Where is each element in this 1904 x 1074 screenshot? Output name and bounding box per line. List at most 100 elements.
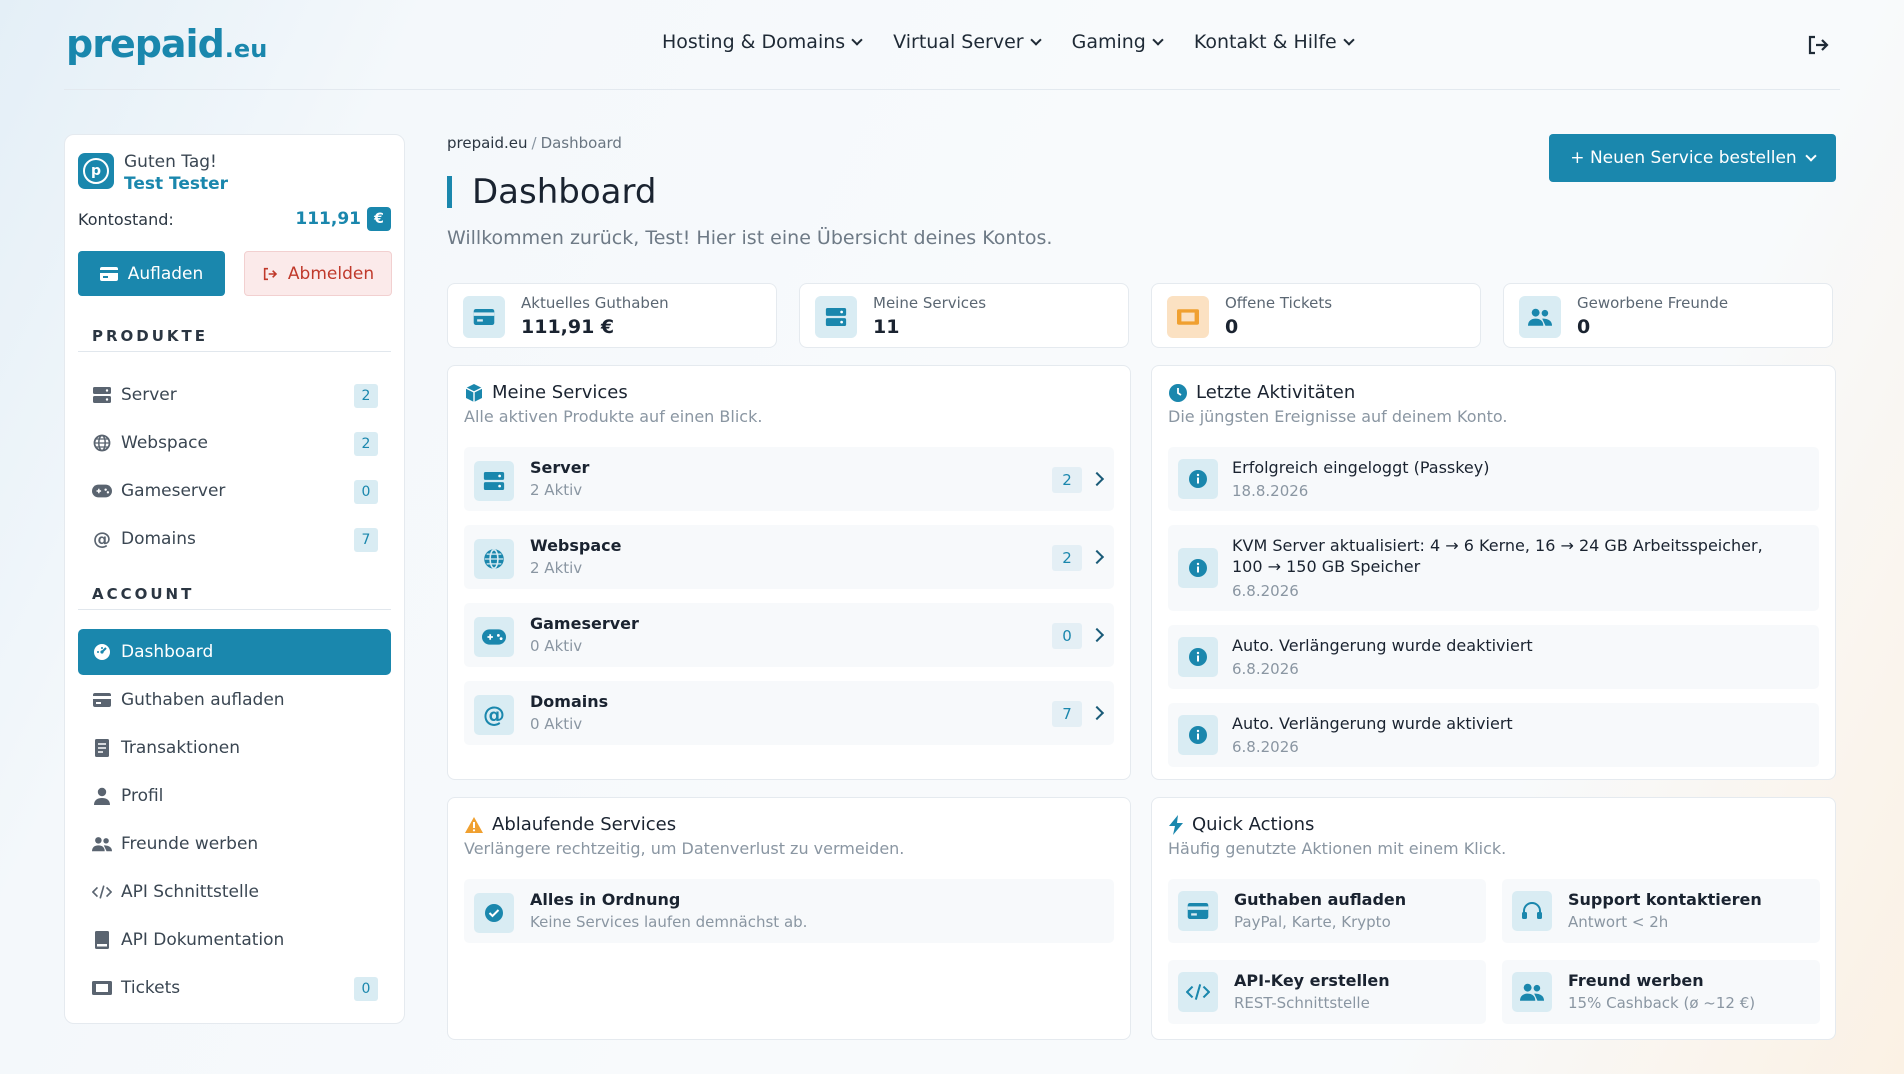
sidebar-item-freunde-werben[interactable]: Freunde werben: [78, 821, 391, 867]
stat-value: 0: [1225, 316, 1239, 338]
nav-label: Gaming: [1071, 31, 1146, 53]
chevron-down-icon: [851, 33, 863, 46]
sidebar-item-api-schnittstelle[interactable]: API Schnittstelle: [78, 869, 391, 915]
service-name: Gameserver: [530, 614, 639, 633]
logout-label: Abmelden: [287, 263, 375, 284]
nav-label: Hosting & Domains: [662, 31, 846, 53]
order-service-button[interactable]: + Neuen Service bestellen: [1549, 134, 1836, 182]
sidebar-item-server[interactable]: Server 2: [78, 372, 391, 418]
service-row-domains[interactable]: @ Domains 0 Aktiv 7: [464, 681, 1114, 745]
currency-badge: €: [367, 207, 391, 231]
stat-label: Meine Services: [873, 294, 987, 312]
quick-action-api-key[interactable]: API-Key erstellen REST-Schnittstelle: [1168, 960, 1486, 1024]
main-nav: Hosting & Domains Virtual Server Gaming …: [662, 31, 1355, 53]
quick-action-freund-werben[interactable]: Freund werben 15% Cashback (ø ~12 €): [1502, 960, 1820, 1024]
lightning-icon: [1169, 814, 1183, 835]
sidebar-item-webspace[interactable]: Webspace 2: [78, 420, 391, 466]
service-row-webspace[interactable]: Webspace 2 Aktiv 2: [464, 525, 1114, 589]
info-icon: [1178, 715, 1218, 755]
quick-action-support[interactable]: Support kontaktieren Antwort < 2h: [1502, 879, 1820, 943]
nav-label: Kontakt & Hilfe: [1193, 31, 1337, 53]
sidebar-item-gameserver[interactable]: Gameserver 0: [78, 468, 391, 514]
topup-button[interactable]: Aufladen: [78, 251, 225, 296]
activity-text: Erfolgreich eingeloggt (Passkey): [1232, 458, 1490, 477]
at-icon: @: [474, 695, 514, 735]
products-section-title: PRODUKTE: [92, 327, 209, 345]
quick-action-guthaben-aufladen[interactable]: Guthaben aufladen PayPal, Karte, Krypto: [1168, 879, 1486, 943]
count-badge: 2: [354, 432, 378, 456]
balance-row: Kontostand: 111,91 €: [78, 207, 391, 231]
activity-item: KVM Server aktualisiert: 4 → 6 Kerne, 16…: [1168, 525, 1819, 611]
sidebar-item-dashboard[interactable]: Dashboard: [78, 629, 391, 675]
service-name: Webspace: [530, 536, 622, 555]
sidebar-item-transaktionen[interactable]: Transaktionen: [78, 725, 391, 771]
chevron-down-icon: [1152, 33, 1164, 46]
quick-action-subtitle: 15% Cashback (ø ~12 €): [1568, 994, 1756, 1012]
sidebar-item-tickets[interactable]: Tickets 0: [78, 965, 391, 1011]
greeting-text: Guten Tag!: [124, 152, 217, 172]
globe-icon: [474, 539, 514, 579]
brand-logo[interactable]: prepaid .eu: [66, 22, 267, 66]
quick-action-title: Freund werben: [1568, 971, 1704, 990]
chevron-down-icon: [1805, 149, 1817, 162]
service-row-server[interactable]: Server 2 Aktiv 2: [464, 447, 1114, 511]
nav-virtual-server[interactable]: Virtual Server: [893, 31, 1042, 53]
at-icon: @: [93, 528, 111, 550]
breadcrumb-root[interactable]: prepaid.eu: [447, 134, 528, 152]
page-subtitle: Willkommen zurück, Test! Hier ist eine Ü…: [447, 227, 1053, 249]
services-card-title: Meine Services: [492, 382, 628, 403]
count-badge: 2: [1052, 467, 1082, 493]
service-status: 2 Aktiv: [530, 559, 583, 577]
book-icon: [92, 931, 112, 949]
logout-button[interactable]: Abmelden: [244, 251, 392, 296]
expiring-status-title: Alles in Ordnung: [530, 890, 681, 909]
quick-action-title: Support kontaktieren: [1568, 890, 1762, 909]
logout-icon[interactable]: [1806, 34, 1830, 56]
quick-actions-subtitle: Häufig genutzte Aktionen mit einem Klick…: [1168, 839, 1507, 858]
balance-amount: 111,91: [295, 209, 361, 229]
activity-text: KVM Server aktualisiert: 4 → 6 Kerne, 16…: [1232, 536, 1763, 576]
brand-tld: .eu: [224, 35, 268, 63]
service-status: 2 Aktiv: [530, 481, 583, 499]
service-row-gameserver[interactable]: Gameserver 0 Aktiv 0: [464, 603, 1114, 667]
expiring-card: Ablaufende Services Verlängere rechtzeit…: [447, 797, 1131, 1040]
dashboard-icon: [92, 643, 112, 661]
stat-label: Geworbene Freunde: [1577, 294, 1729, 312]
sidebar-item-domains[interactable]: @ Domains 7: [78, 516, 391, 562]
server-icon: [815, 296, 857, 338]
nav-hosting-domains[interactable]: Hosting & Domains: [662, 31, 863, 53]
topup-label: Aufladen: [127, 263, 204, 284]
sidebar-item-label: Domains: [121, 529, 196, 549]
services-card-subtitle: Alle aktiven Produkte auf einen Blick.: [464, 407, 763, 426]
page-title: Dashboard: [447, 175, 656, 209]
nav-kontakt-hilfe[interactable]: Kontakt & Hilfe: [1193, 31, 1355, 53]
chevron-down-icon: [1343, 33, 1355, 46]
divider: [78, 609, 391, 610]
service-name: Domains: [530, 692, 609, 711]
sidebar-item-label: API Dokumentation: [121, 930, 285, 950]
nav-gaming[interactable]: Gaming: [1071, 31, 1164, 53]
quick-action-subtitle: Antwort < 2h: [1568, 913, 1669, 931]
activities-card-header: Letzte Aktivitäten: [1168, 382, 1355, 403]
server-icon: [92, 387, 112, 403]
expiring-status-subtitle: Keine Services laufen demnächst ab.: [530, 913, 808, 931]
sidebar-item-api-dokumentation[interactable]: API Dokumentation: [78, 917, 391, 963]
check-circle-icon: [474, 893, 514, 933]
expiring-card-header: Ablaufende Services: [464, 814, 676, 835]
balance-label: Kontostand:: [78, 209, 174, 229]
activities-card-title: Letzte Aktivitäten: [1196, 382, 1356, 403]
stat-card-friends: Geworbene Freunde 0: [1503, 283, 1833, 348]
stat-card-services: Meine Services 11: [799, 283, 1129, 348]
code-icon: [92, 884, 112, 900]
brand-name: prepaid: [66, 22, 225, 66]
count-badge: 2: [354, 384, 378, 408]
activities-card: Letzte Aktivitäten Die jüngsten Ereignis…: [1151, 365, 1836, 780]
chevron-right-icon: [1089, 549, 1105, 565]
stat-value: 11: [873, 316, 900, 338]
card-icon: [99, 266, 118, 281]
sidebar-item-profil[interactable]: Profil: [78, 773, 391, 819]
sidebar-item-guthaben-aufladen[interactable]: Guthaben aufladen: [78, 677, 391, 723]
stat-card-tickets: Offene Tickets 0: [1151, 283, 1481, 348]
quick-action-subtitle: PayPal, Karte, Krypto: [1234, 913, 1391, 931]
cube-icon: [465, 383, 483, 402]
